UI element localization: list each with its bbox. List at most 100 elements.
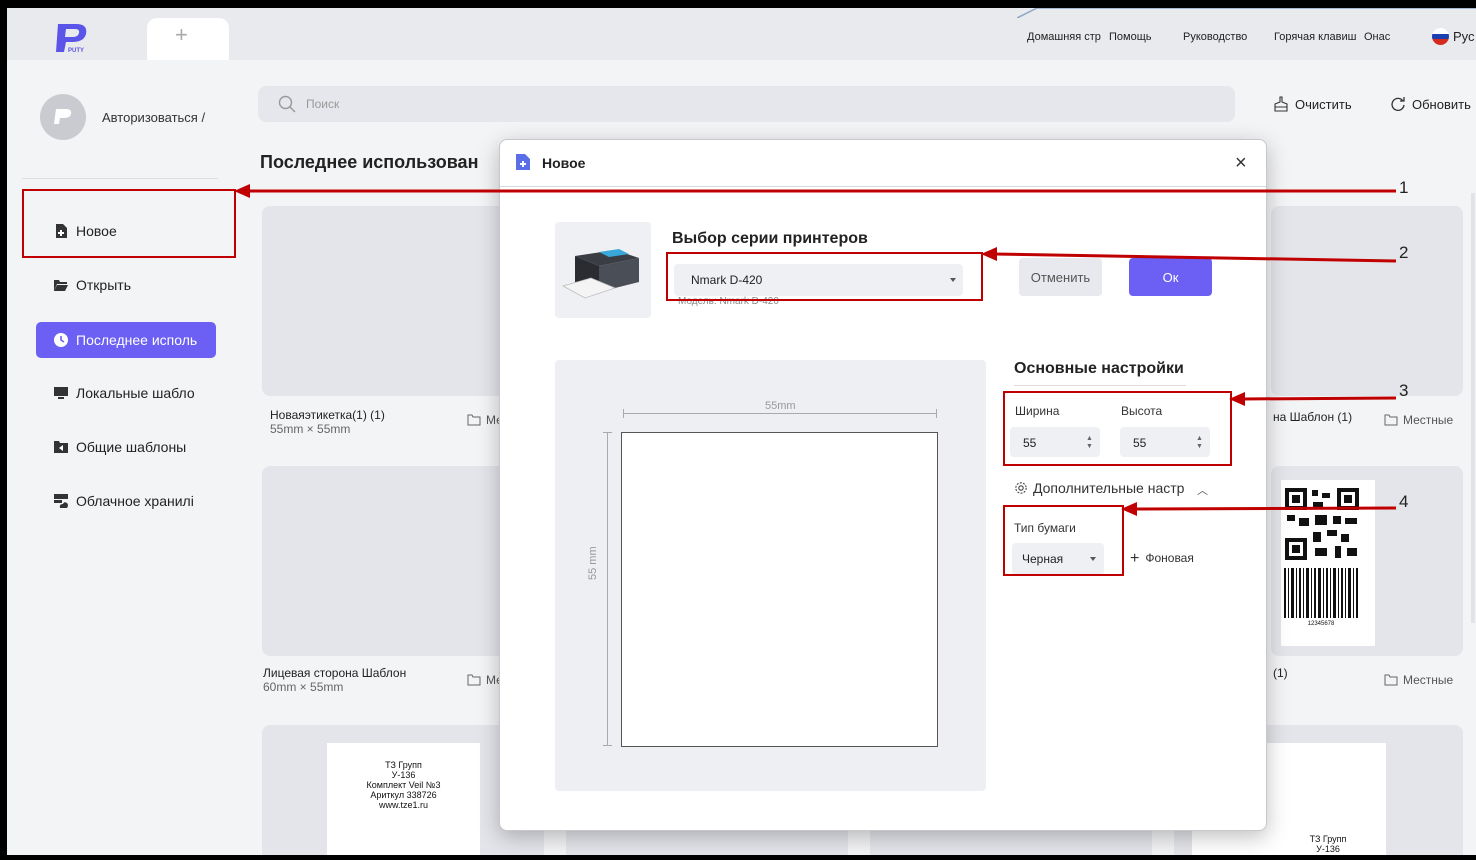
- card-location: Местные: [1384, 413, 1453, 427]
- new-file-icon: [516, 154, 530, 170]
- folder-icon: [1384, 414, 1398, 426]
- login-link[interactable]: Авторизоваться /: [102, 110, 227, 125]
- folder-icon: [467, 414, 481, 426]
- language-selector[interactable]: Рус: [1453, 29, 1475, 44]
- sidebar-item-label: Открыть: [76, 277, 131, 293]
- sidebar-divider: [22, 178, 218, 179]
- app-window: PUTY + Домашняя стра Помощь Руководство …: [7, 8, 1476, 855]
- svg-text:PUTY: PUTY: [68, 48, 84, 54]
- close-icon[interactable]: ×: [1235, 153, 1247, 173]
- card-size: 60mm × 55mm: [263, 680, 344, 694]
- sidebar-item-open[interactable]: Открыть: [36, 267, 216, 303]
- gear-icon: [1015, 482, 1027, 494]
- new-label-dialog: Новое × Выбор серии принтеров Nmark D-42…: [499, 139, 1267, 831]
- cloud-storage-icon: [54, 494, 68, 508]
- sidebar-item-shared-templates[interactable]: Общие шаблоны: [36, 429, 216, 465]
- search-icon: [278, 95, 296, 113]
- label-preview: 55mm 55 mm: [555, 360, 986, 791]
- clock-icon: [54, 333, 68, 347]
- refresh-button[interactable]: Обновить: [1390, 96, 1471, 112]
- printer-series-title: Выбор серии принтеров: [672, 230, 868, 247]
- clear-label: Очистить: [1295, 96, 1352, 112]
- title-decoration: [1017, 8, 1476, 18]
- sidebar-item-recent[interactable]: Последнее исполь: [36, 322, 216, 358]
- search-placeholder: Поиск: [306, 97, 340, 111]
- section-title: Последнее использован: [260, 152, 479, 172]
- nav-about[interactable]: Онас: [1364, 31, 1390, 43]
- height-dimension-line: [607, 432, 608, 745]
- printer-icon: [561, 249, 639, 299]
- printer-image: [555, 222, 651, 318]
- width-dimension-line: [623, 413, 936, 414]
- annotation-number-3: 3: [1399, 381, 1409, 400]
- card-location: Ме: [467, 673, 503, 687]
- nav-help[interactable]: Помощь: [1109, 31, 1152, 43]
- dimension-cap: [603, 432, 612, 433]
- annotation-box-3: [1003, 391, 1232, 466]
- background-label: Фоновая: [1145, 551, 1194, 565]
- dimension-cap: [623, 409, 624, 418]
- refresh-icon: [1391, 97, 1405, 111]
- new-tab-button[interactable]: +: [175, 22, 188, 48]
- nav-guide[interactable]: Руководство: [1183, 31, 1247, 43]
- dialog-title: Новое: [542, 155, 586, 171]
- nav-home[interactable]: Домашняя стра: [1027, 31, 1101, 43]
- sidebar-item-label: Облачное хранилі: [76, 493, 194, 509]
- annotation-box-4: [1003, 505, 1124, 576]
- dialog-header: Новое ×: [500, 140, 1266, 187]
- annotation-number-2: 2: [1399, 243, 1409, 262]
- avatar-logo-icon: [54, 109, 72, 124]
- annotation-number-4: 4: [1399, 492, 1409, 511]
- sidebar-item-local-templates[interactable]: Локальные шабло: [36, 375, 216, 411]
- advanced-settings-toggle[interactable]: Дополнительные настр: [1014, 480, 1184, 496]
- width-dimension-label: 55mm: [765, 400, 796, 412]
- folder-icon: [467, 674, 481, 686]
- card-location: Местные: [1384, 673, 1453, 687]
- barcode-number: 12345678: [1308, 621, 1335, 626]
- sidebar-item-label: Локальные шабло: [76, 385, 195, 401]
- sidebar-item-label: Общие шаблоны: [76, 439, 187, 455]
- sidebar-item-cloud-storage[interactable]: Облачное хранилі: [36, 483, 216, 519]
- monitor-icon: [54, 387, 68, 399]
- ok-button[interactable]: Ок: [1129, 258, 1212, 296]
- dimension-cap: [936, 409, 937, 418]
- plus-icon: +: [1130, 550, 1140, 567]
- card-name: (1): [1273, 666, 1288, 680]
- card-name: на Шаблон (1): [1273, 410, 1353, 424]
- annotation-box-2: [666, 252, 983, 301]
- label-canvas: [621, 432, 938, 747]
- sidebar-item-label: Последнее исполь: [76, 332, 198, 348]
- puty-logo: PUTY: [56, 24, 87, 54]
- annotation-number-1: 1: [1399, 178, 1409, 197]
- chevron-up-icon[interactable]: ︿: [1197, 482, 1208, 498]
- label-preview-text: ТЗ Групп У-136: [1309, 834, 1347, 854]
- cancel-button[interactable]: Отменить: [1019, 258, 1102, 296]
- card-location: Ме: [467, 413, 503, 427]
- card-location-label: Местные: [1403, 673, 1454, 687]
- card-location-label: Местные: [1403, 413, 1454, 427]
- search-input[interactable]: Поиск: [258, 86, 1235, 122]
- nav-hotkeys[interactable]: Горячая клавиш: [1274, 31, 1362, 43]
- label-preview-text: ТЗ Групп У-136 Комплект Veil №3 Ариткул …: [366, 760, 441, 810]
- avatar[interactable]: [40, 94, 86, 140]
- add-background-button[interactable]: + Фоновая: [1130, 549, 1194, 567]
- settings-divider: [1014, 385, 1186, 386]
- card-name: Новаяэтикетка(1) (1): [270, 408, 385, 422]
- russia-flag-icon[interactable]: [1432, 28, 1449, 45]
- card-name: Лицевая сторона Шаблон: [263, 666, 407, 680]
- advanced-settings-label: Дополнительные настр: [1033, 480, 1185, 496]
- broom-icon: [1274, 96, 1288, 112]
- height-dimension-label: 55 mm: [587, 546, 599, 580]
- home-tab[interactable]: [147, 18, 229, 60]
- barcode-image: 12345678: [1284, 568, 1358, 626]
- basic-settings-title: Основные настройки: [1014, 360, 1184, 377]
- scrollbar[interactable]: [1471, 193, 1475, 623]
- share-folder-icon: [54, 441, 68, 453]
- dimension-cap: [603, 745, 612, 746]
- refresh-label: Обновить: [1412, 96, 1471, 112]
- annotation-box-1: [22, 189, 236, 258]
- folder-icon: [1384, 674, 1398, 686]
- clear-button[interactable]: Очистить: [1273, 96, 1352, 112]
- folder-open-icon: [54, 280, 68, 291]
- template-card[interactable]: [1271, 206, 1463, 396]
